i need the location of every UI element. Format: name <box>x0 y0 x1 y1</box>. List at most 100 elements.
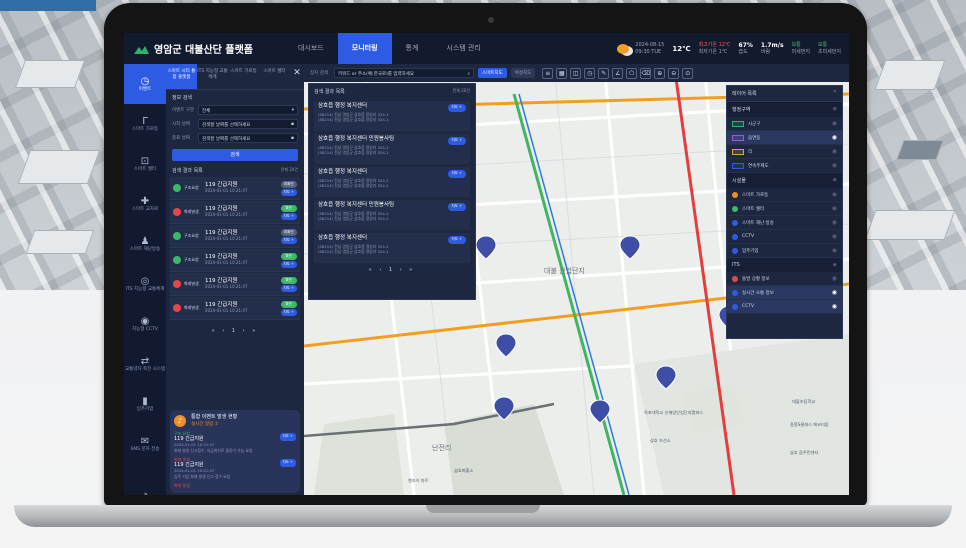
eye-icon[interactable]: ◉ <box>832 162 837 169</box>
layer-row[interactable]: 읍면동 ◉ <box>727 131 842 145</box>
map-button[interactable]: 지도 + <box>280 212 297 220</box>
alert-event[interactable]: 화재 발생 <box>174 483 296 489</box>
rail-item-sms[interactable]: ✉ SMS 문자 전송 <box>124 424 166 464</box>
alert-event[interactable]: 지도 + 화재 발생 119 긴급지원 2024-01-01 10:21:47 입주 기… <box>174 457 296 479</box>
map-tool-3[interactable]: ◫ <box>570 67 582 79</box>
rail-item-car[interactable]: ◎ ITS 지능형 교통체계 <box>124 264 166 304</box>
nav-item-2[interactable]: 모니터링 <box>337 33 392 64</box>
map-button[interactable]: 지도 + <box>280 308 297 316</box>
eye-icon[interactable]: ◉ <box>832 148 837 155</box>
rail-item-bell[interactable]: ♪통합 이벤트 <box>124 480 166 496</box>
map-pagination[interactable]: « ‹ 1 › » <box>309 267 475 273</box>
list-item[interactable]: 화재발생 119 긴급지원 2024-01-01 10:21:47 확인 지도 + <box>170 201 300 224</box>
eye-icon[interactable]: ◉ <box>832 289 837 296</box>
map-tool-4[interactable]: ◷ <box>584 67 596 79</box>
rail-item-pole[interactable]: Γ 스마트 가로등 <box>124 104 166 144</box>
smart-map-button[interactable]: 스마트지도 <box>478 68 507 78</box>
rail-item-cross[interactable]: ✚ 스마트 교차로 <box>124 184 166 224</box>
panel-tab-2[interactable]: ITS 지능형 교통체계 <box>197 64 228 89</box>
map-tool-1[interactable]: ≡ <box>542 67 554 79</box>
eye-icon[interactable]: ◉ <box>833 106 837 113</box>
map-button[interactable]: 지도 + <box>279 459 296 467</box>
close-icon[interactable]: ✕ <box>290 64 304 89</box>
rail-item-parking[interactable]: ⇄ 교통약자 축전 시스템 <box>124 344 166 384</box>
search-result-item[interactable]: 삼호읍 행정 복지센터 민원봉사팀 (58214) 전남 영암군 삼호읍 용앙리 … <box>314 134 470 164</box>
map-tool-5[interactable]: ✎ <box>598 67 610 79</box>
filter-select[interactable]: 검색할 날짜를 선택하세요 ▪ <box>198 119 298 129</box>
rail-item-parking-bar[interactable]: ▮ 입주기업 <box>124 384 166 424</box>
layer-row[interactable]: 실시간 소통 정보 ◉ <box>727 286 842 300</box>
map-button[interactable]: 지도 + <box>447 137 466 145</box>
chevron-up-icon[interactable]: ⌃ <box>833 90 837 97</box>
search-button[interactable]: 검색 <box>172 149 298 161</box>
layer-row[interactable]: 연속주제도 ◉ <box>727 159 842 173</box>
layer-row[interactable]: CCTV ◉ <box>727 300 842 314</box>
layer-group-header[interactable]: 행정구역 ◉ <box>727 102 842 117</box>
eye-icon[interactable]: ◉ <box>832 303 837 310</box>
layer-row[interactable]: 돌발 상황 정보 ◉ <box>727 272 842 286</box>
map-button[interactable]: 지도 + <box>280 236 297 244</box>
layer-row[interactable]: 리 ◉ <box>727 145 842 159</box>
eye-icon[interactable]: ◉ <box>832 275 837 282</box>
filter-select[interactable]: 전체 ▾ <box>198 105 298 115</box>
map-button[interactable]: 지도 + <box>280 284 297 292</box>
search-icon[interactable]: ⌕ <box>467 71 470 77</box>
map-button[interactable]: 지도 + <box>280 260 297 268</box>
eye-icon[interactable]: ◉ <box>832 191 837 198</box>
panel-pagination[interactable]: « ‹ 1 › » <box>166 328 304 334</box>
map-button[interactable]: 지도 + <box>447 170 466 178</box>
alert-event[interactable]: 지도 + 구조 요청 119 긴급지원 2024-01-01 10:21:47 화재 발… <box>174 431 296 453</box>
map-search-input[interactable]: 키워드 or 주소(예:한국로)를 입력하세요 ⌕ <box>334 68 474 78</box>
search-result-item[interactable]: 삼호읍 행정 복지센터 (58214) 전남 영암군 삼호읍 용앙리 324-1(… <box>314 167 470 197</box>
list-item[interactable]: 구조요청 119 긴급지원 2024-01-01 10:21:47 미확인 지도 + <box>170 177 300 200</box>
list-item[interactable]: 화재발생 119 긴급지원 2024-01-01 10:21:47 확인 지도 + <box>170 297 300 320</box>
map-button[interactable]: 지도 + <box>447 203 466 211</box>
map-tool-2[interactable]: ▦ <box>556 67 568 79</box>
rail-item-person[interactable]: ♟ 스마트 재난방송 <box>124 224 166 264</box>
panel-tab-4[interactable]: 스마트 쉘터 <box>259 64 290 89</box>
eye-icon[interactable]: ◉ <box>832 134 837 141</box>
nav-item-4[interactable]: 시스템 관리 <box>432 33 494 64</box>
map-tool-7[interactable]: ⬠ <box>626 67 638 79</box>
filter-select[interactable]: 검색할 날짜를 선택하세요 ▪ <box>198 133 298 143</box>
layer-row[interactable]: 시군구 ◉ <box>727 117 842 131</box>
eye-icon[interactable]: ◉ <box>832 219 837 226</box>
search-result-item[interactable]: 삼호읍 행정 복지센터 (58214) 전남 영암군 삼호읍 용앙리 324-1(… <box>314 233 470 263</box>
layer-row[interactable]: 스마트 재난 방송 ◉ <box>727 216 842 230</box>
layer-group-header[interactable]: ITS ◉ <box>727 258 842 272</box>
eye-icon[interactable]: ◉ <box>832 120 837 127</box>
rail-item-clock[interactable]: ◷ 이벤트 <box>124 64 166 104</box>
panel-tab-1[interactable]: 스마트 시티 통합 플랫폼 <box>166 64 197 89</box>
nav-item-3[interactable]: 통계 <box>392 33 433 64</box>
search-result-item[interactable]: 삼호읍 행정 복지센터 (58214) 전남 영암군 삼호읍 용앙리 324-1(… <box>314 101 470 131</box>
eye-icon[interactable]: ◉ <box>833 262 837 268</box>
app-logo[interactable]: 영암군 대불산단 플랫폼 <box>134 41 284 56</box>
layer-row[interactable]: 스마트 가로등 ◉ <box>727 188 842 202</box>
list-item[interactable]: 구조요청 119 긴급지원 2024-01-01 10:21:47 미확인 지도 + <box>170 225 300 248</box>
rail-item-camera[interactable]: ◉ 지능형 CCTV <box>124 304 166 344</box>
layer-row[interactable]: 입주기업 ◉ <box>727 244 842 258</box>
map-tool-9[interactable]: ⊕ <box>654 67 666 79</box>
layer-group-header[interactable]: 시설물 ◉ <box>727 173 842 188</box>
layer-row[interactable]: 스마트 쉘터 ◉ <box>727 202 842 216</box>
map-view[interactable]: 대불 산업단지 난전리 삼호파출소 목포대학교 신해양산업단지캠퍼스 대불초등학… <box>304 64 849 495</box>
nav-item-1[interactable]: 대시보드 <box>284 33 338 64</box>
eye-icon[interactable]: ◉ <box>832 205 837 212</box>
eye-icon[interactable]: ◉ <box>833 177 837 184</box>
map-button[interactable]: 지도 + <box>447 236 466 244</box>
map-button[interactable]: 지도 + <box>447 104 466 112</box>
eye-icon[interactable]: ◉ <box>832 233 837 240</box>
map-tool-6[interactable]: ∠ <box>612 67 624 79</box>
map-tool-10[interactable]: ⊖ <box>668 67 680 79</box>
rail-item-shelter[interactable]: ⊡ 스마트 쉘터 <box>124 144 166 184</box>
layer-row[interactable]: CCTV ◉ <box>727 230 842 244</box>
eye-icon[interactable]: ◉ <box>832 247 837 254</box>
list-item[interactable]: 구조요청 119 긴급지원 2024-01-01 10:21:47 확인 지도 + <box>170 249 300 272</box>
list-item[interactable]: 화재발생 119 긴급지원 2024-01-01 10:21:47 확인 지도 + <box>170 273 300 296</box>
satellite-map-button[interactable]: 위성지도 <box>510 68 536 78</box>
map-tool-11[interactable]: ⊙ <box>682 67 694 79</box>
map-button[interactable]: 지도 + <box>279 433 296 441</box>
map-tool-8[interactable]: ⌫ <box>640 67 652 79</box>
panel-tab-3[interactable]: 스마트 가로등 <box>228 64 259 89</box>
search-result-item[interactable]: 삼호읍 행정 복지센터 민원봉사팀 (58214) 전남 영암군 삼호읍 용앙리 … <box>314 200 470 230</box>
